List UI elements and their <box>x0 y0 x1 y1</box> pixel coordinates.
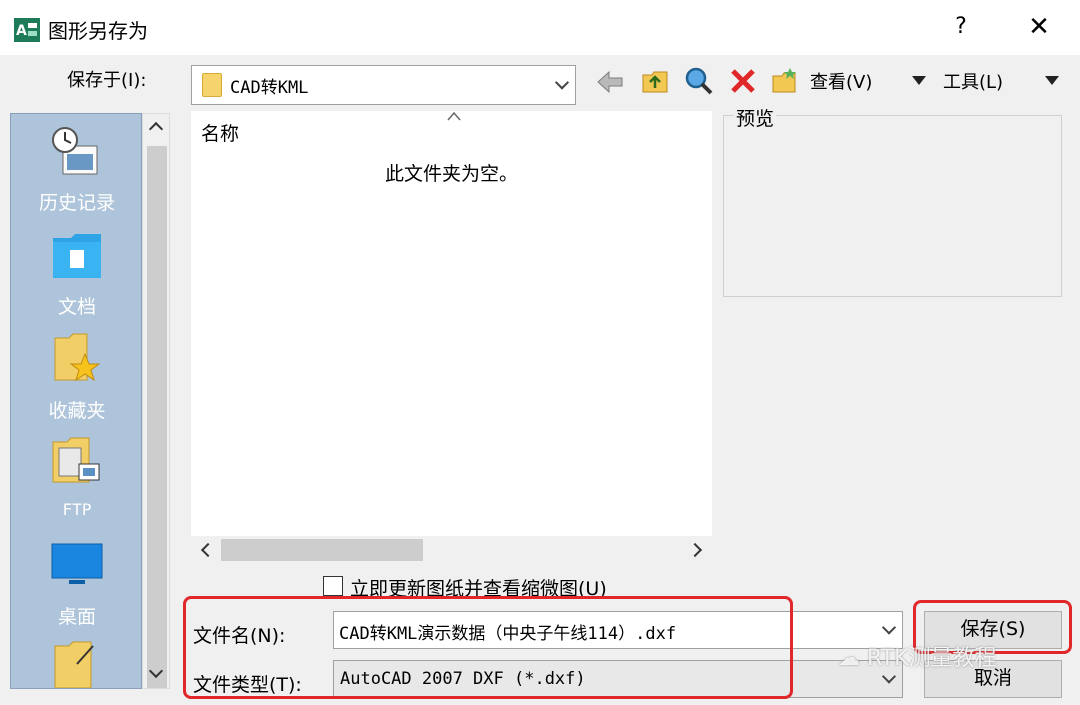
tools-dropdown-arrow-icon[interactable] <box>1045 76 1059 86</box>
window-title: 图形另存为 <box>48 19 148 43</box>
view-menu[interactable]: 查看(V) <box>810 68 872 94</box>
autocad-app-icon: A <box>14 18 40 42</box>
svg-text:A: A <box>16 23 27 39</box>
place-desktop-label[interactable]: 桌面 <box>11 602 143 629</box>
hscrollbar-thumb[interactable] <box>221 539 423 561</box>
tools-menu[interactable]: 工具(L) <box>943 68 1003 94</box>
favorites-icon[interactable] <box>51 332 103 386</box>
delete-icon[interactable] <box>728 66 758 96</box>
place-favorites-label[interactable]: 收藏夹 <box>11 396 143 423</box>
save-in-value: CAD转KML <box>230 78 309 98</box>
preview-panel <box>723 115 1062 297</box>
save-in-dropdown[interactable]: CAD转KML <box>191 65 576 105</box>
scrollbar-thumb[interactable] <box>147 146 167 688</box>
desktop-icon[interactable] <box>51 542 103 586</box>
save-in-label: 保存于(I): <box>67 70 147 91</box>
scroll-up-icon[interactable] <box>148 121 164 137</box>
column-header-name[interactable]: 名称 <box>201 119 239 146</box>
view-dropdown-arrow-icon[interactable] <box>912 76 926 86</box>
places-scrollbar[interactable] <box>142 113 170 689</box>
place-documents-label[interactable]: 文档 <box>11 292 143 319</box>
chevron-down-icon <box>554 75 570 90</box>
network-folder-icon[interactable] <box>51 638 103 688</box>
scroll-right-icon[interactable] <box>687 542 703 558</box>
places-bar: 历史记录 文档 收藏夹 FTP 桌面 <box>10 113 142 689</box>
place-history-label[interactable]: 历史记录 <box>11 188 143 215</box>
file-fields-highlight <box>183 596 793 699</box>
file-list-hscrollbar[interactable] <box>191 536 712 564</box>
new-folder-icon[interactable] <box>770 66 800 96</box>
empty-folder-message: 此文件夹为空。 <box>384 163 518 185</box>
update-thumbnail-checkbox[interactable] <box>323 576 343 596</box>
sort-ascending-icon <box>447 111 461 121</box>
up-folder-icon[interactable] <box>640 66 670 96</box>
documents-icon[interactable] <box>51 232 103 282</box>
ftp-icon[interactable] <box>49 434 105 486</box>
help-button[interactable]: ? <box>946 12 976 42</box>
watermark-text: RTK测量教程 <box>867 646 997 671</box>
close-button[interactable]: ✕ <box>1022 12 1056 42</box>
search-web-icon[interactable] <box>684 66 714 96</box>
folder-icon <box>202 73 222 97</box>
scroll-left-icon[interactable] <box>200 542 216 558</box>
file-list[interactable]: 名称 此文件夹为空。 <box>191 111 712 536</box>
title-bar: A 图形另存为 ? ✕ <box>0 0 1080 55</box>
place-ftp-label[interactable]: FTP <box>11 500 143 519</box>
chevron-down-icon[interactable] <box>881 620 897 635</box>
history-icon[interactable] <box>49 124 105 180</box>
back-arrow-icon[interactable] <box>595 67 625 97</box>
wechat-icon: ☁ <box>838 646 860 671</box>
preview-label: 预览 <box>734 104 777 131</box>
watermark: ☁ RTK测量教程 <box>838 640 997 672</box>
